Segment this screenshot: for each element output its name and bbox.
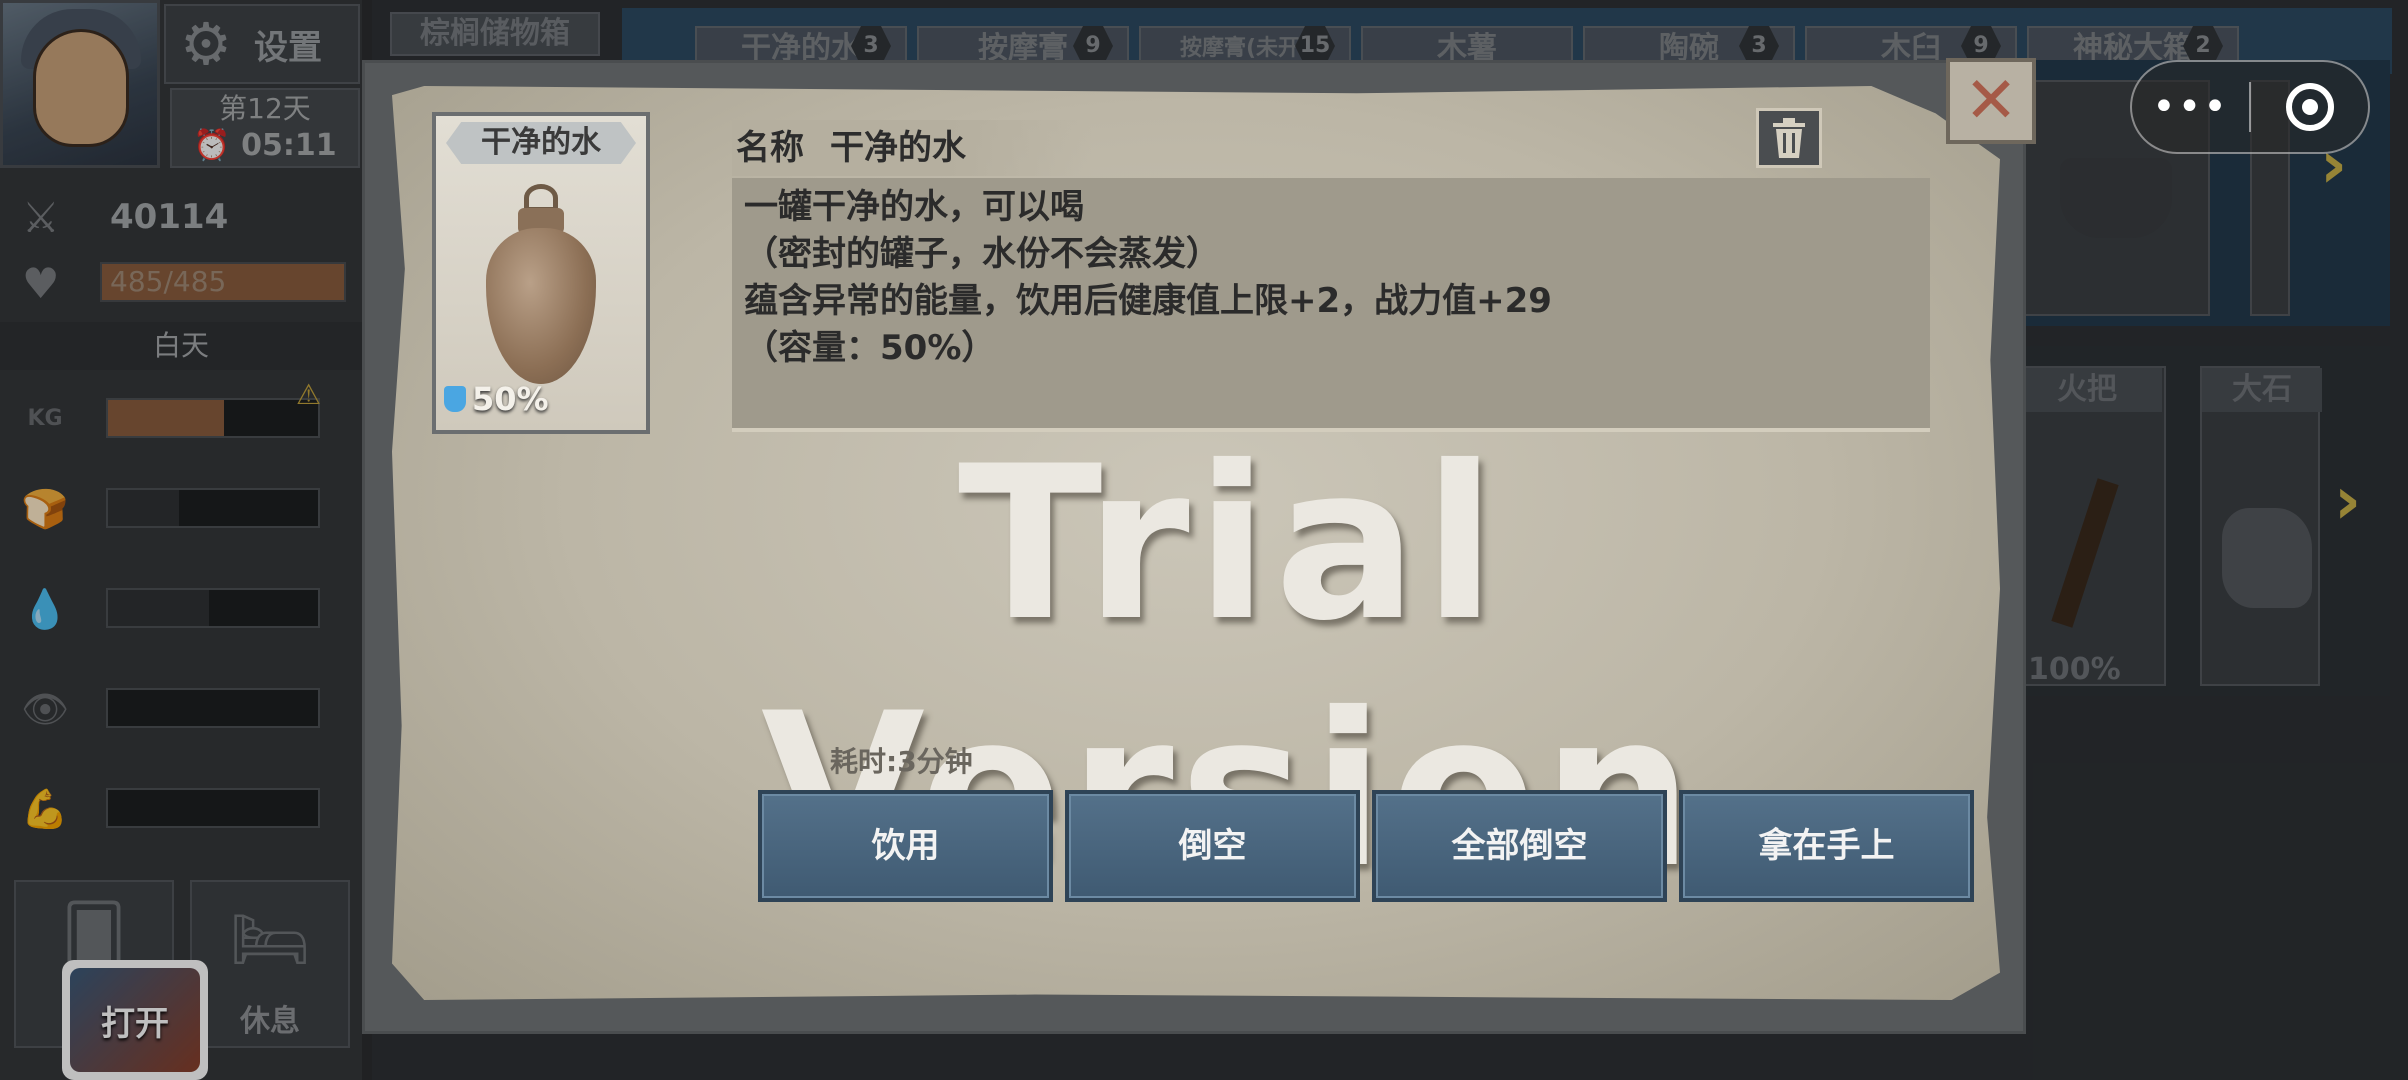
name-key: 名称	[736, 128, 804, 168]
time-cost: 耗时:3分钟	[830, 745, 973, 778]
item-name-bar: 名称 干净的水	[732, 120, 1092, 176]
item-card: 干净的水 50%	[432, 112, 650, 434]
description-line: （密封的罐子，水份不会蒸发）	[744, 234, 1220, 274]
description-line: 一罐干净的水，可以喝	[744, 187, 1084, 227]
trash-icon	[1773, 118, 1805, 158]
item-name: 干净的水	[830, 128, 966, 168]
action-bar: 饮用 倒空 全部倒空 拿在手上	[758, 790, 1974, 902]
hold-in-hand-button[interactable]: 拿在手上	[1679, 790, 1974, 902]
empty-button[interactable]: 倒空	[1065, 790, 1360, 902]
item-description: 一罐干净的水，可以喝 （密封的罐子，水份不会蒸发） 蕴含异常的能量，饮用后健康值…	[732, 178, 1930, 432]
drink-button[interactable]: 饮用	[758, 790, 1053, 902]
close-target-button[interactable]	[2251, 83, 2368, 131]
description-line: （容量：50%）	[744, 328, 996, 368]
jar-body	[486, 228, 596, 384]
empty-all-button[interactable]: 全部倒空	[1372, 790, 1667, 902]
trash-button[interactable]	[1756, 108, 1822, 168]
capacity-badge: 50%	[444, 380, 549, 418]
target-icon	[2285, 83, 2334, 131]
miniprogram-capsule: •••	[2130, 60, 2370, 154]
item-card-name: 干净的水	[446, 122, 636, 164]
more-options-icon[interactable]: •••	[2132, 84, 2249, 130]
close-button[interactable]: ✕	[1946, 58, 2036, 144]
close-icon: ✕	[1964, 64, 2018, 138]
capacity-value: 50%	[472, 380, 549, 418]
clay-jar-icon	[486, 184, 596, 384]
flask-icon	[444, 386, 466, 412]
description-line: 蕴含异常的能量，饮用后健康值上限+2，战力值+29	[744, 281, 1552, 321]
